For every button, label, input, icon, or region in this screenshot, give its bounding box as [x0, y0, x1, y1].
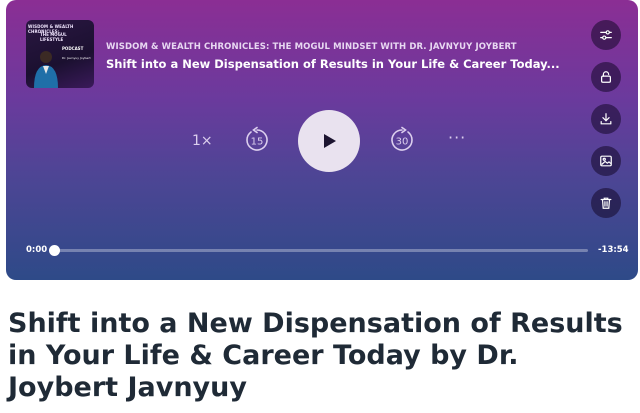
cover-line-2: THE MOGUL LIFESTYLE — [40, 32, 67, 42]
skip-forward-button[interactable]: 30 — [388, 126, 416, 154]
play-button[interactable] — [298, 110, 360, 172]
lock-button[interactable] — [591, 62, 621, 92]
lock-icon — [601, 71, 611, 83]
podcast-player: WISDOM & WEALTH CHRONICLES: THE MOGUL LI… — [6, 0, 638, 280]
host-portrait-icon — [34, 51, 58, 88]
show-title[interactable]: WISDOM & WEALTH CHRONICLES: THE MOGUL MI… — [106, 42, 517, 52]
skip-forward-icon: 30 — [391, 126, 413, 151]
image-button[interactable] — [591, 146, 621, 176]
progress-track[interactable] — [54, 249, 588, 252]
progress-knob[interactable] — [48, 245, 60, 256]
episode-title[interactable]: Shift into a New Dispensation of Results… — [106, 57, 560, 71]
trash-icon — [600, 197, 612, 209]
more-options-button[interactable]: ··· — [448, 128, 466, 147]
skip-forward-label: 30 — [396, 137, 409, 148]
current-time: 0:00 — [26, 245, 48, 255]
skip-back-label: 15 — [251, 137, 264, 148]
playback-speed-button[interactable]: 1× — [192, 133, 213, 149]
skip-back-button[interactable]: 15 — [243, 126, 271, 154]
download-button[interactable] — [591, 104, 621, 134]
settings-sliders-icon — [600, 30, 612, 40]
remaining-time: -13:54 — [598, 245, 629, 255]
skip-back-icon: 15 — [246, 126, 268, 151]
episode-heading: Shift into a New Dispensation of Results… — [8, 308, 623, 403]
cover-line-4: Dr. Javnyuy Joybert — [62, 56, 91, 60]
play-icon — [324, 134, 336, 148]
image-icon — [600, 155, 612, 167]
settings-button[interactable] — [591, 20, 621, 50]
download-icon — [600, 113, 612, 125]
delete-button[interactable] — [591, 188, 621, 218]
podcast-cover-art: WISDOM & WEALTH CHRONICLES: THE MOGUL LI… — [26, 20, 94, 88]
cover-line-3: PODCAST — [62, 46, 84, 51]
